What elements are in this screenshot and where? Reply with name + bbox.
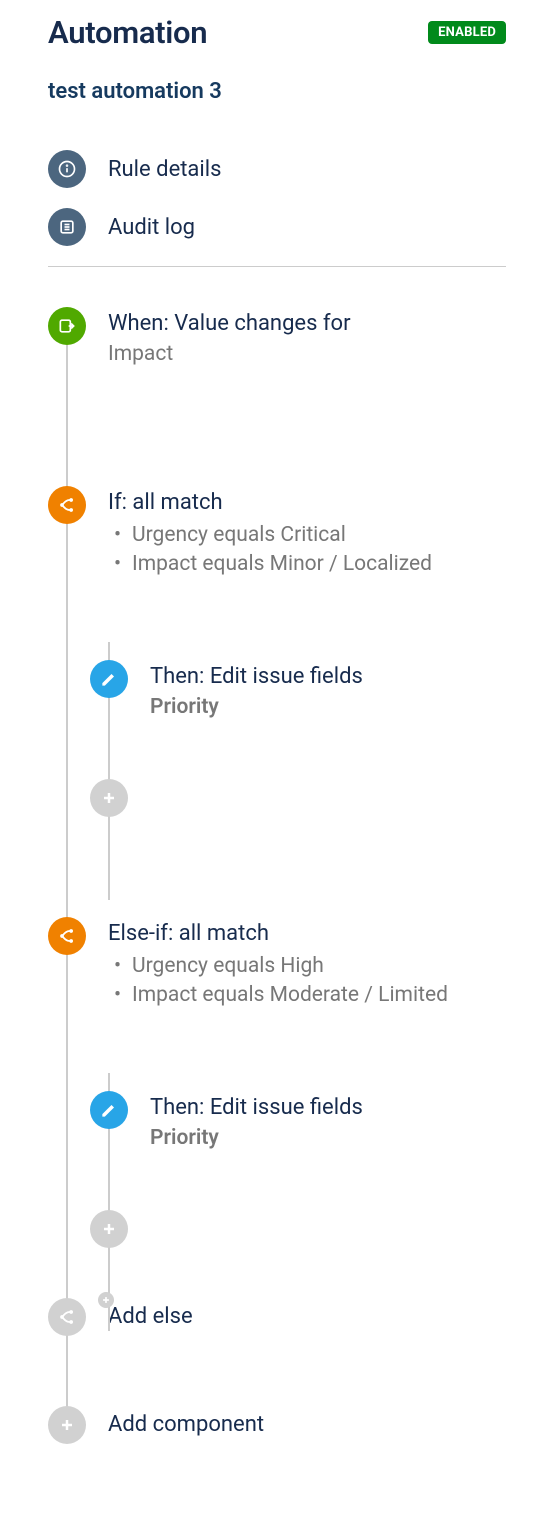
condition-item: Impact equals Moderate / Limited [114,981,506,1010]
list-icon [48,208,86,246]
edit-icon [90,1091,128,1129]
edit-icon [90,660,128,698]
rule-details-label: Rule details [108,157,221,182]
condition-item: Urgency equals High [114,952,506,981]
if-title: If: all match [108,490,506,515]
mini-plus-icon [98,1292,114,1308]
then-node[interactable]: Then: Edit issue fields Priority [90,1091,506,1150]
condition-item: Urgency equals Critical [114,521,506,550]
add-component-button[interactable]: Add component [48,1406,506,1444]
trigger-title: When: Value changes for [108,311,506,336]
plus-icon [90,779,128,817]
then-node[interactable]: Then: Edit issue fields Priority [90,660,506,719]
trigger-field: Impact [108,342,506,366]
if-node[interactable]: If: all match Urgency equals Critical Im… [48,486,506,580]
then-title: Then: Edit issue fields [150,1095,506,1120]
trigger-node[interactable]: When: Value changes for Impact [48,307,506,366]
branch-icon [48,486,86,524]
add-component-label: Add component [108,1406,264,1437]
condition-item: Impact equals Minor / Localized [114,550,506,579]
then-field: Priority [150,1126,506,1150]
page-title: Automation [48,14,207,51]
then-field: Priority [150,695,506,719]
status-badge: ENABLED [428,21,506,44]
elseif-title: Else-if: all match [108,921,506,946]
branch-gray-icon [48,1298,86,1336]
plus-icon [48,1406,86,1444]
audit-log-button[interactable]: Audit log [48,208,506,246]
rule-name: test automation 3 [48,79,506,104]
then-title: Then: Edit issue fields [150,664,506,689]
plus-icon [90,1210,128,1248]
add-action-button[interactable] [90,779,506,817]
info-icon [48,150,86,188]
add-else-button[interactable]: Add else [48,1298,506,1336]
rule-details-button[interactable]: Rule details [48,150,506,188]
divider [48,266,506,267]
add-action-button[interactable] [90,1210,506,1248]
trigger-icon [48,307,86,345]
elseif-node[interactable]: Else-if: all match Urgency equals High I… [48,917,506,1011]
audit-log-label: Audit log [108,215,195,240]
branch-icon [48,917,86,955]
add-else-label: Add else [108,1298,193,1329]
